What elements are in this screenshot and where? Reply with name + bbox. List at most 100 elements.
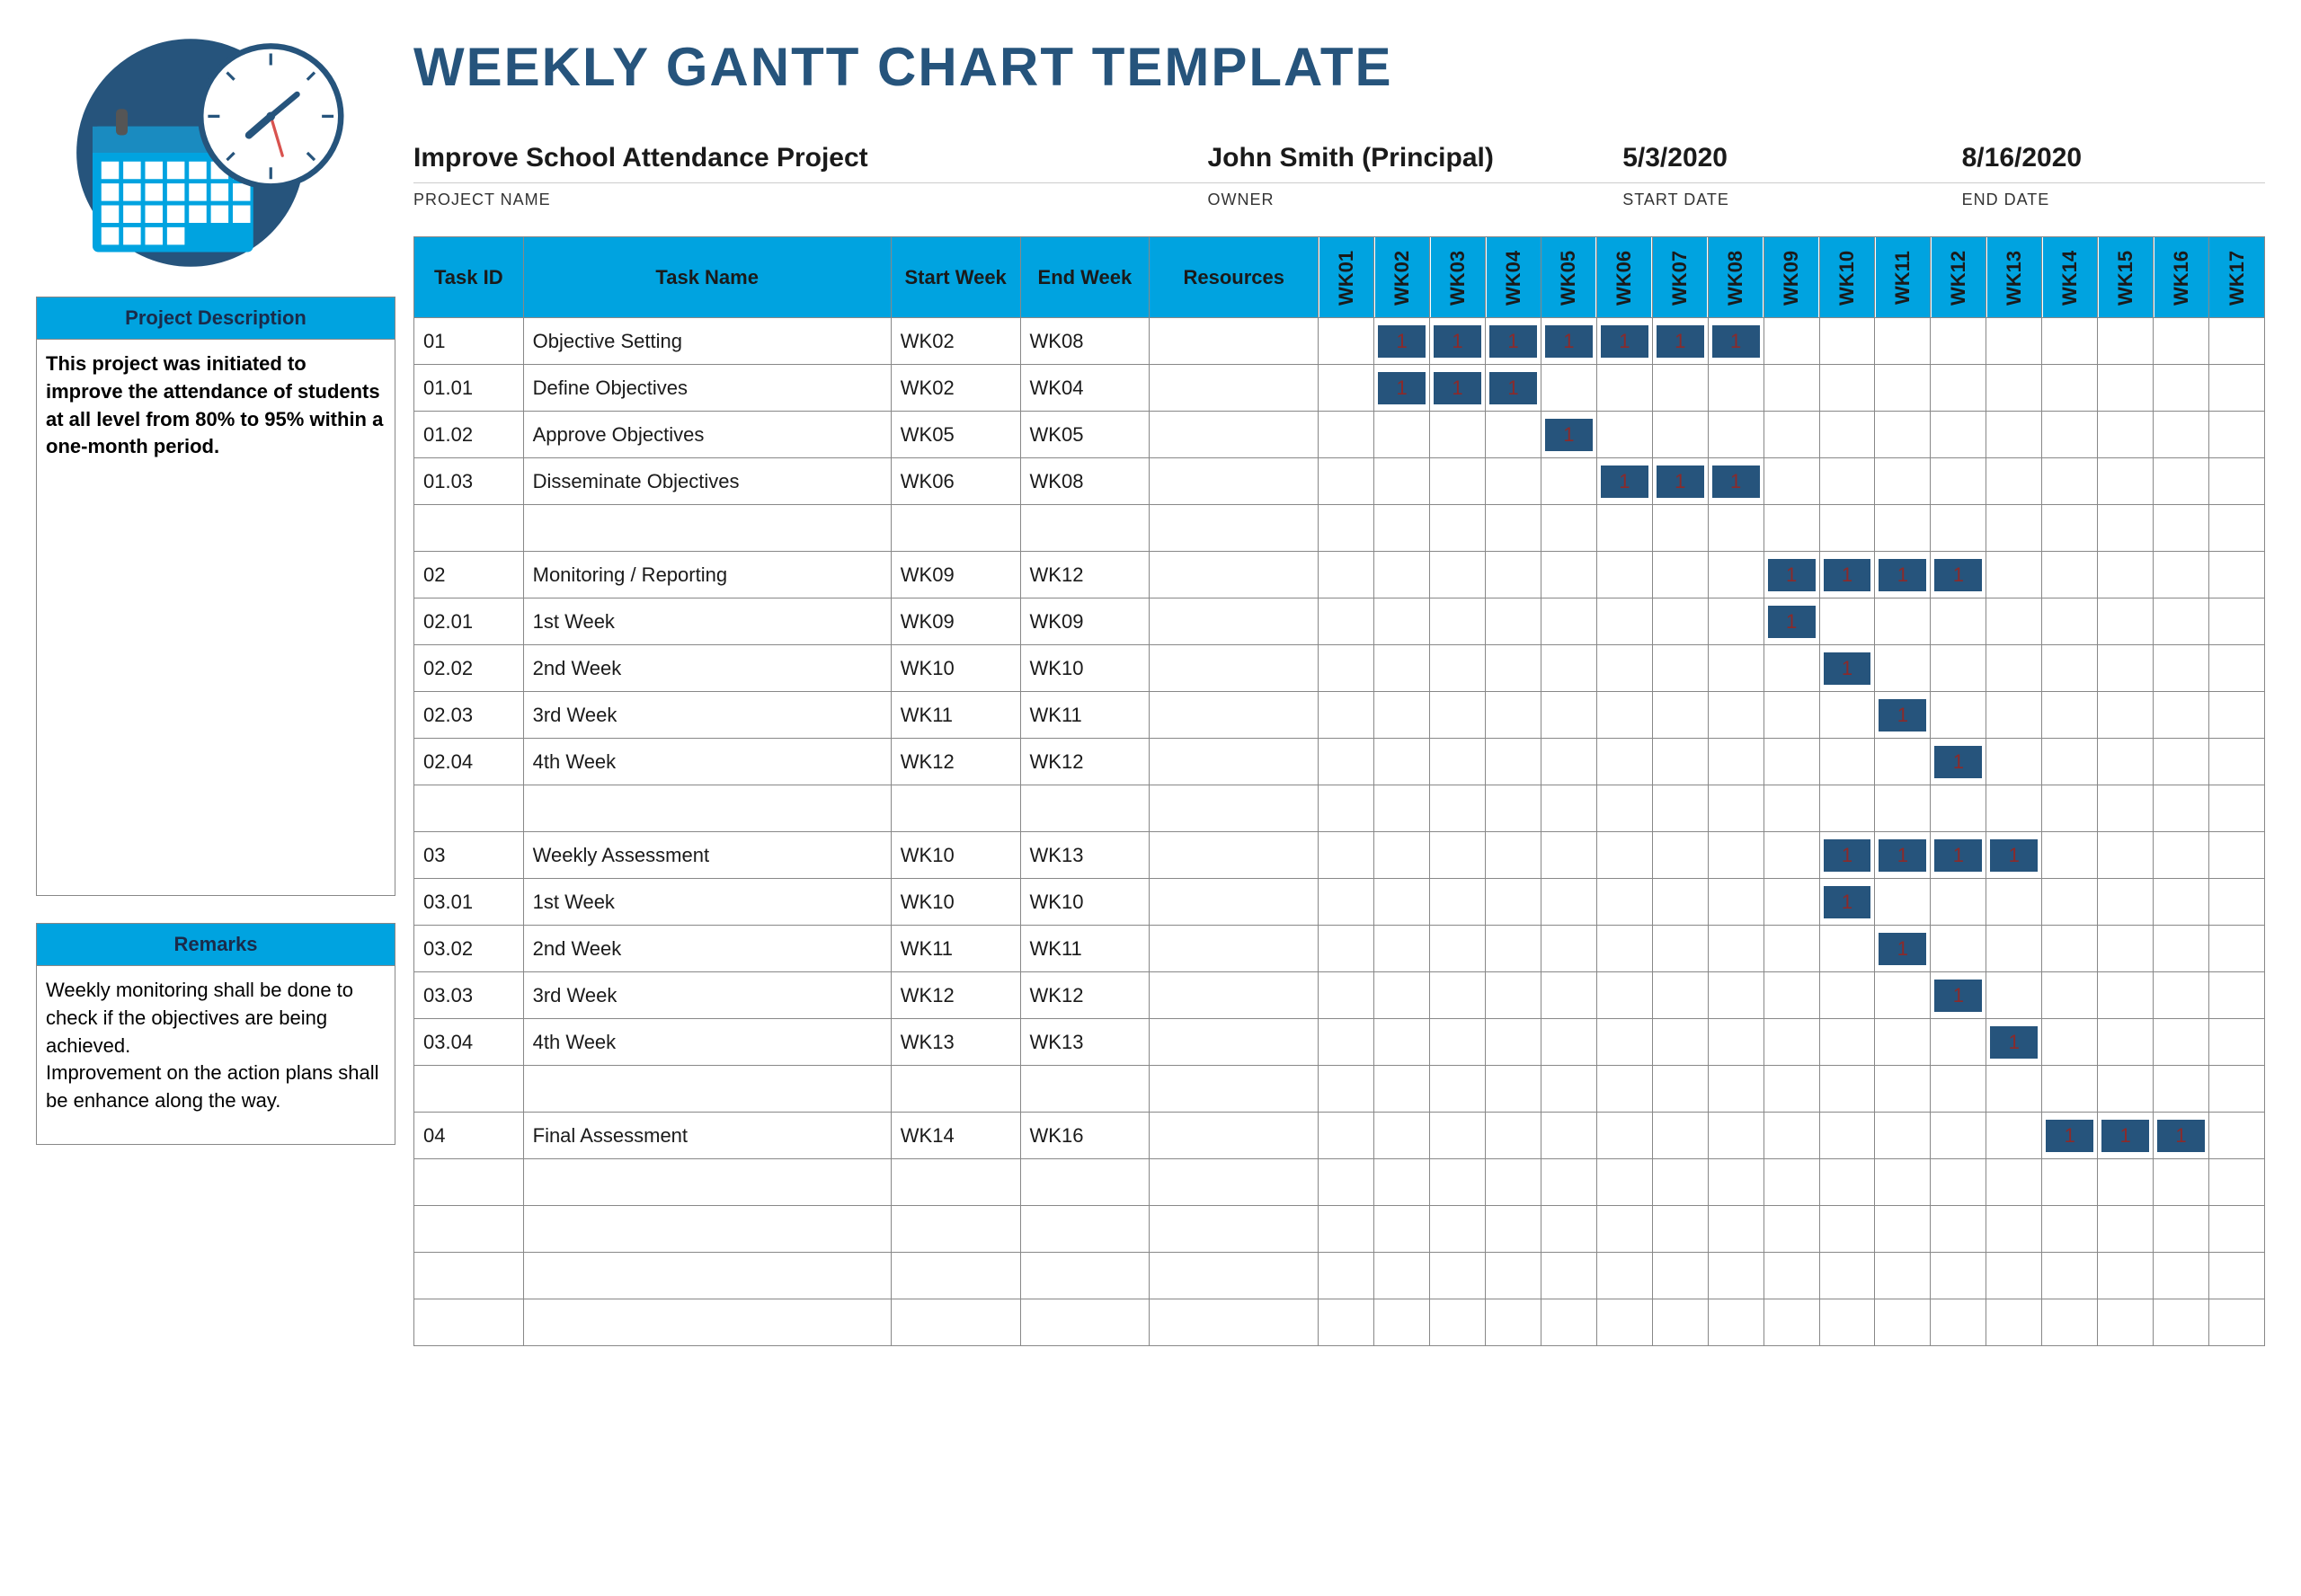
cell-week (1764, 412, 1819, 458)
cell-week (1374, 1019, 1430, 1066)
cell-week (1374, 1206, 1430, 1253)
cell-week: 1 (1541, 318, 1596, 365)
cell-week (1541, 1113, 1596, 1159)
cell-week (1764, 972, 1819, 1019)
cell-week (1486, 785, 1541, 832)
col-week: WK11 (1875, 237, 1931, 318)
cell-start-week: WK12 (891, 972, 1020, 1019)
cell-week (2209, 972, 2265, 1019)
gantt-bar: 1 (1712, 466, 1760, 498)
gantt-table: Task ID Task Name Start Week End Week Re… (413, 236, 2265, 1346)
cell-week (2098, 1066, 2154, 1113)
cell-week (1986, 552, 2042, 598)
cell-week (1596, 1066, 1652, 1113)
cell-week (1986, 1066, 2042, 1113)
cell-week (1875, 739, 1931, 785)
cell-week (1652, 1159, 1708, 1206)
cell-week (1319, 598, 1374, 645)
cell-week: 1 (1430, 365, 1486, 412)
cell-task-id: 03.01 (414, 879, 524, 926)
cell-week (1486, 692, 1541, 739)
cell-week (1819, 785, 1875, 832)
cell-week (2042, 365, 2098, 412)
cell-resources (1150, 1066, 1319, 1113)
cell-week (1541, 832, 1596, 879)
cell-week (1875, 1299, 1931, 1346)
col-week: WK07 (1652, 237, 1708, 318)
cell-week (1486, 552, 1541, 598)
cell-task-id (414, 1253, 524, 1299)
cell-week (1875, 598, 1931, 645)
cell-week (1764, 1113, 1819, 1159)
cell-week (1541, 1299, 1596, 1346)
cell-week (1931, 318, 1986, 365)
cell-week (1652, 832, 1708, 879)
cell-week (1596, 505, 1652, 552)
gantt-bar: 1 (1434, 372, 1481, 404)
table-row: 01.03Disseminate ObjectivesWK06WK08111 (414, 458, 2265, 505)
cell-week (1652, 785, 1708, 832)
cell-week (1819, 1066, 1875, 1113)
gantt-bar: 1 (1824, 559, 1871, 591)
cell-week (1931, 926, 1986, 972)
cell-week (2154, 365, 2209, 412)
cell-week (1319, 552, 1374, 598)
cell-task-id: 01.01 (414, 365, 524, 412)
project-name-label: PROJECT NAME (413, 191, 1171, 209)
cell-week: 1 (1875, 926, 1931, 972)
cell-week (2098, 1206, 2154, 1253)
cell-week (1486, 1253, 1541, 1299)
cell-week (1541, 1159, 1596, 1206)
cell-week (2154, 1159, 2209, 1206)
cell-week (1374, 785, 1430, 832)
cell-week (2098, 1253, 2154, 1299)
cell-week (1430, 1113, 1486, 1159)
cell-start-week (891, 1253, 1020, 1299)
cell-week: 1 (1430, 318, 1486, 365)
cell-week (1596, 598, 1652, 645)
cell-week (1596, 1019, 1652, 1066)
cell-resources (1150, 598, 1319, 645)
cell-task-name: Approve Objectives (523, 412, 891, 458)
cell-resources (1150, 785, 1319, 832)
cell-week (2154, 1253, 2209, 1299)
cell-task-name: 2nd Week (523, 926, 891, 972)
cell-start-week: WK05 (891, 412, 1020, 458)
cell-week (1652, 739, 1708, 785)
cell-week (1931, 1113, 1986, 1159)
cell-week (2042, 552, 2098, 598)
cell-week (1430, 505, 1486, 552)
cell-end-week: WK12 (1020, 739, 1150, 785)
cell-week (1486, 1299, 1541, 1346)
cell-week (1986, 1159, 2042, 1206)
cell-week (1875, 972, 1931, 1019)
project-description-header: Project Description (36, 297, 395, 339)
cell-week (2042, 972, 2098, 1019)
cell-start-week (891, 785, 1020, 832)
cell-week (2098, 692, 2154, 739)
cell-week (1708, 1299, 1764, 1346)
cell-week (1319, 1206, 1374, 1253)
cell-end-week: WK08 (1020, 318, 1150, 365)
col-week: WK02 (1374, 237, 1430, 318)
cell-task-id (414, 1299, 524, 1346)
cell-week (1430, 692, 1486, 739)
cell-week (1374, 552, 1430, 598)
cell-week (2209, 1113, 2265, 1159)
cell-start-week (891, 1159, 1020, 1206)
cell-week (2209, 1066, 2265, 1113)
cell-week (1708, 412, 1764, 458)
cell-week: 1 (1931, 972, 1986, 1019)
cell-week (2154, 739, 2209, 785)
gantt-bar: 1 (2157, 1120, 2205, 1152)
cell-week (1486, 832, 1541, 879)
cell-week (1374, 972, 1430, 1019)
table-row (414, 505, 2265, 552)
cell-end-week: WK10 (1020, 645, 1150, 692)
cell-week (1931, 692, 1986, 739)
cell-week: 1 (1819, 879, 1875, 926)
cell-week (1541, 972, 1596, 1019)
cell-week (1319, 785, 1374, 832)
cell-week (1652, 926, 1708, 972)
cell-resources (1150, 1159, 1319, 1206)
